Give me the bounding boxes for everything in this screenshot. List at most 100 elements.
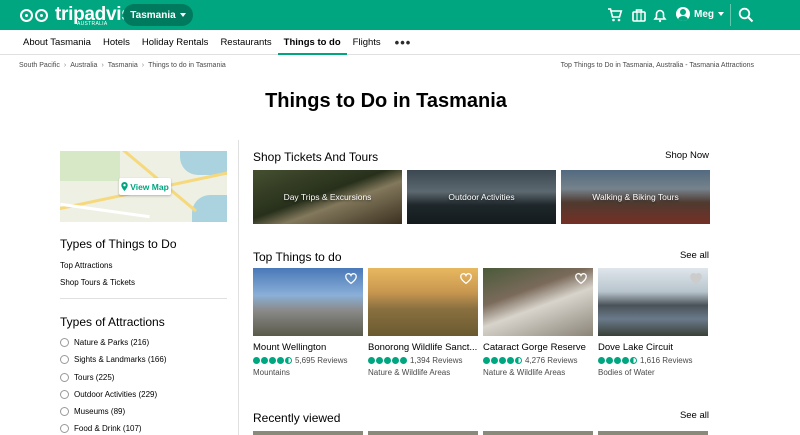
rating-bubbles-icon bbox=[253, 357, 292, 364]
radio-button[interactable] bbox=[60, 424, 69, 433]
breadcrumb-separator: › bbox=[141, 62, 145, 69]
heart-icon[interactable] bbox=[460, 273, 472, 284]
radio-button[interactable] bbox=[60, 373, 69, 382]
attraction-title[interactable]: Dove Lake Circuit bbox=[598, 342, 708, 353]
tile-label: Day Trips & Excursions bbox=[283, 192, 372, 202]
user-menu[interactable]: Meg bbox=[676, 7, 724, 21]
top-bar: tripadvisor AUSTRALIA Tasmania Meg bbox=[0, 0, 800, 30]
breadcrumb: South Pacific › Australia › Tasmania › T… bbox=[19, 62, 226, 69]
attraction-category: Nature & Wildlife Areas bbox=[483, 368, 566, 377]
tile-walking-biking[interactable]: Walking & Biking Tours bbox=[561, 170, 710, 224]
heart-icon[interactable] bbox=[690, 273, 702, 284]
main-nav: About Tasmania Hotels Holiday Rentals Re… bbox=[0, 30, 800, 55]
recent-thumbnail[interactable] bbox=[483, 431, 593, 435]
map-pin-icon bbox=[121, 182, 128, 191]
attraction-card[interactable]: Cataract Gorge Reserve 4,276 Reviews Nat… bbox=[483, 268, 593, 377]
radio-button[interactable] bbox=[60, 355, 69, 364]
tile-day-trips[interactable]: Day Trips & Excursions bbox=[253, 170, 402, 224]
nav-hotels[interactable]: Hotels bbox=[97, 30, 136, 54]
heart-icon[interactable] bbox=[345, 273, 357, 284]
location-label: Tasmania bbox=[130, 9, 176, 21]
breadcrumb-item[interactable]: South Pacific bbox=[19, 62, 60, 69]
radio-button[interactable] bbox=[60, 390, 69, 399]
breadcrumb-item[interactable]: Tasmania bbox=[108, 62, 138, 69]
attractions-heading: Types of Attractions bbox=[60, 315, 165, 329]
user-name: Meg bbox=[694, 8, 714, 20]
page-title: Things to Do in Tasmania bbox=[265, 90, 507, 112]
bell-icon[interactable] bbox=[652, 7, 668, 23]
tile-label: Walking & Biking Tours bbox=[592, 192, 679, 202]
attraction-category: Nature & Wildlife Areas bbox=[368, 368, 451, 377]
nav-flights[interactable]: Flights bbox=[347, 30, 387, 54]
review-count[interactable]: 1,394 Reviews bbox=[410, 356, 462, 365]
attraction-title[interactable]: Bonorong Wildlife Sanct... bbox=[368, 342, 478, 353]
heart-icon[interactable] bbox=[575, 273, 587, 284]
see-all-recent-link[interactable]: See all bbox=[680, 410, 709, 421]
rating: 1,394 Reviews bbox=[368, 356, 478, 365]
radio-button[interactable] bbox=[60, 407, 69, 416]
nav-restaurants[interactable]: Restaurants bbox=[214, 30, 277, 54]
rating-bubbles-icon bbox=[483, 357, 522, 364]
attraction-card[interactable]: Bonorong Wildlife Sanct... 1,394 Reviews… bbox=[368, 268, 478, 377]
top-things-heading: Top Things to do bbox=[253, 250, 342, 264]
tile-outdoor-activities[interactable]: Outdoor Activities bbox=[407, 170, 556, 224]
breadcrumb-item[interactable]: Australia bbox=[70, 62, 97, 69]
page-subtitle: Top Things to Do in Tasmania, Australia … bbox=[560, 62, 754, 69]
nav-about-tasmania[interactable]: About Tasmania bbox=[17, 30, 97, 54]
attraction-title[interactable]: Mount Wellington bbox=[253, 342, 363, 353]
chevron-down-icon bbox=[179, 13, 186, 17]
chevron-down-icon bbox=[718, 12, 724, 16]
avatar bbox=[676, 7, 690, 21]
filter-tours[interactable]: Tours (225) bbox=[60, 373, 114, 382]
review-count[interactable]: 4,276 Reviews bbox=[525, 356, 577, 365]
attraction-category: Bodies of Water bbox=[598, 368, 655, 377]
attraction-card[interactable]: Mount Wellington 5,695 Reviews Mountains bbox=[253, 268, 363, 377]
search-icon[interactable] bbox=[738, 7, 754, 23]
link-shop-tours[interactable]: Shop Tours & Tickets bbox=[60, 278, 135, 287]
filter-nature-parks[interactable]: Nature & Parks (216) bbox=[60, 338, 149, 347]
filter-label: Tours (225) bbox=[74, 373, 115, 382]
attraction-category: Mountains bbox=[253, 368, 290, 377]
attraction-photo[interactable] bbox=[483, 268, 593, 336]
review-count[interactable]: 5,695 Reviews bbox=[295, 356, 347, 365]
bag-icon[interactable] bbox=[631, 7, 647, 23]
filter-food-drink[interactable]: Food & Drink (107) bbox=[60, 424, 142, 433]
nav-things-to-do[interactable]: Things to do bbox=[277, 30, 347, 55]
map-preview[interactable]: View Map bbox=[60, 151, 227, 222]
view-map-button[interactable]: View Map bbox=[119, 178, 171, 195]
attraction-photo[interactable] bbox=[368, 268, 478, 336]
filter-museums[interactable]: Museums (89) bbox=[60, 407, 125, 416]
shop-now-link[interactable]: Shop Now bbox=[665, 150, 709, 161]
nav-holiday-rentals[interactable]: Holiday Rentals bbox=[136, 30, 215, 54]
cart-icon[interactable] bbox=[607, 7, 623, 23]
types-heading: Types of Things to Do bbox=[60, 237, 177, 251]
rating: 5,695 Reviews bbox=[253, 356, 363, 365]
review-count[interactable]: 1,616 Reviews bbox=[640, 356, 692, 365]
attraction-photo[interactable] bbox=[598, 268, 708, 336]
location-selector[interactable]: Tasmania bbox=[123, 4, 193, 26]
filter-label: Nature & Parks (216) bbox=[74, 338, 150, 347]
toolbar-divider bbox=[730, 4, 731, 26]
link-top-attractions[interactable]: Top Attractions bbox=[60, 261, 112, 270]
see-all-top-link[interactable]: See all bbox=[680, 250, 709, 261]
recent-thumbnail[interactable] bbox=[598, 431, 708, 435]
attraction-card[interactable]: Dove Lake Circuit 1,616 Reviews Bodies o… bbox=[598, 268, 708, 377]
owl-icon bbox=[18, 7, 52, 23]
sidebar-divider bbox=[60, 298, 227, 299]
radio-button[interactable] bbox=[60, 338, 69, 347]
attraction-title[interactable]: Cataract Gorge Reserve bbox=[483, 342, 593, 353]
filter-outdoor-activities[interactable]: Outdoor Activities (229) bbox=[60, 390, 157, 399]
filter-label: Museums (89) bbox=[74, 407, 126, 416]
filter-sights-landmarks[interactable]: Sights & Landmarks (166) bbox=[60, 355, 167, 364]
more-menu-icon[interactable]: ••• bbox=[387, 30, 420, 54]
rating-bubbles-icon bbox=[598, 357, 637, 364]
breadcrumb-current: Things to do in Tasmania bbox=[148, 62, 226, 69]
recent-thumbnail[interactable] bbox=[253, 431, 363, 435]
filter-label: Outdoor Activities (229) bbox=[74, 390, 158, 399]
tile-label: Outdoor Activities bbox=[448, 192, 515, 202]
recent-thumbnail[interactable] bbox=[368, 431, 478, 435]
recently-viewed-heading: Recently viewed bbox=[253, 411, 341, 425]
breadcrumb-separator: › bbox=[101, 62, 104, 69]
attraction-photo[interactable] bbox=[253, 268, 363, 336]
tickets-heading: Shop Tickets And Tours bbox=[253, 150, 379, 164]
